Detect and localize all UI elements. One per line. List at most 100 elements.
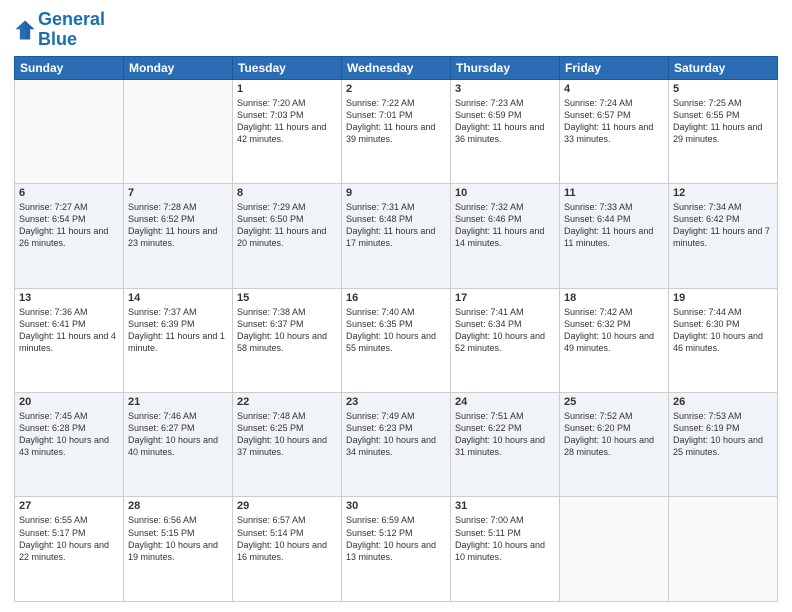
calendar-cell: 31 Sunrise: 7:00 AM Sunset: 5:11 PM Dayli… — [451, 497, 560, 602]
day-header-saturday: Saturday — [669, 56, 778, 79]
day-number: 16 — [346, 292, 446, 304]
day-info: Sunrise: 7:46 AM Sunset: 6:27 PM Dayligh… — [128, 410, 228, 459]
calendar-cell — [124, 79, 233, 183]
calendar-cell: 9 Sunrise: 7:31 AM Sunset: 6:48 PM Daylig… — [342, 184, 451, 288]
logo: General Blue — [14, 10, 105, 50]
calendar-cell: 21 Sunrise: 7:46 AM Sunset: 6:27 PM Dayli… — [124, 393, 233, 497]
calendar-cell: 23 Sunrise: 7:49 AM Sunset: 6:23 PM Dayli… — [342, 393, 451, 497]
day-number: 9 — [346, 187, 446, 199]
header-row: SundayMondayTuesdayWednesdayThursdayFrid… — [15, 56, 778, 79]
day-info: Sunrise: 6:55 AM Sunset: 5:17 PM Dayligh… — [19, 514, 119, 563]
day-info: Sunrise: 6:59 AM Sunset: 5:12 PM Dayligh… — [346, 514, 446, 563]
day-info: Sunrise: 7:00 AM Sunset: 5:11 PM Dayligh… — [455, 514, 555, 563]
day-number: 4 — [564, 83, 664, 95]
day-number: 21 — [128, 396, 228, 408]
calendar-cell: 28Sunrise: 6:56 AM Sunset: 5:15 PM Dayli… — [124, 497, 233, 602]
calendar-cell: 3Sunrise: 7:23 AM Sunset: 6:59 PM Daylig… — [451, 79, 560, 183]
day-number: 22 — [237, 396, 337, 408]
calendar-cell: 22 Sunrise: 7:48 AM Sunset: 6:25 PM Dayli… — [233, 393, 342, 497]
calendar-cell: 16Sunrise: 7:40 AM Sunset: 6:35 PM Dayli… — [342, 288, 451, 392]
calendar-cell: 26Sunrise: 7:53 AM Sunset: 6:19 PM Dayli… — [669, 393, 778, 497]
calendar-cell: 19 Sunrise: 7:44 AM Sunset: 6:30 PM Dayli… — [669, 288, 778, 392]
day-number: 29 — [237, 500, 337, 512]
day-info: Sunrise: 6:56 AM Sunset: 5:15 PM Dayligh… — [128, 514, 228, 563]
day-info: Sunrise: 7:36 AM Sunset: 6:41 PM Dayligh… — [19, 306, 119, 355]
day-number: 27 — [19, 500, 119, 512]
calendar-cell: 30 Sunrise: 6:59 AM Sunset: 5:12 PM Dayli… — [342, 497, 451, 602]
calendar-cell: 29 Sunrise: 6:57 AM Sunset: 5:14 PM Dayli… — [233, 497, 342, 602]
day-number: 5 — [673, 83, 773, 95]
day-number: 11 — [564, 187, 664, 199]
day-number: 2 — [346, 83, 446, 95]
day-info: Sunrise: 7:41 AM Sunset: 6:34 PM Dayligh… — [455, 306, 555, 355]
calendar-cell — [560, 497, 669, 602]
day-number: 15 — [237, 292, 337, 304]
day-number: 17 — [455, 292, 555, 304]
day-number: 13 — [19, 292, 119, 304]
week-row-1: 1 Sunrise: 7:20 AM Sunset: 7:03 PM Daylig… — [15, 79, 778, 183]
day-info: Sunrise: 7:23 AM Sunset: 6:59 PM Dayligh… — [455, 97, 555, 146]
day-info: Sunrise: 7:53 AM Sunset: 6:19 PM Dayligh… — [673, 410, 773, 459]
calendar-cell: 24Sunrise: 7:51 AM Sunset: 6:22 PM Dayli… — [451, 393, 560, 497]
day-info: Sunrise: 7:49 AM Sunset: 6:23 PM Dayligh… — [346, 410, 446, 459]
calendar-cell — [669, 497, 778, 602]
calendar-cell: 4 Sunrise: 7:24 AM Sunset: 6:57 PM Daylig… — [560, 79, 669, 183]
day-info: Sunrise: 7:52 AM Sunset: 6:20 PM Dayligh… — [564, 410, 664, 459]
calendar-cell: 15 Sunrise: 7:38 AM Sunset: 6:37 PM Dayli… — [233, 288, 342, 392]
logo-text: General Blue — [38, 10, 105, 50]
day-info: Sunrise: 7:24 AM Sunset: 6:57 PM Dayligh… — [564, 97, 664, 146]
day-header-sunday: Sunday — [15, 56, 124, 79]
day-info: Sunrise: 7:22 AM Sunset: 7:01 PM Dayligh… — [346, 97, 446, 146]
day-number: 30 — [346, 500, 446, 512]
day-header-friday: Friday — [560, 56, 669, 79]
calendar-cell: 13 Sunrise: 7:36 AM Sunset: 6:41 PM Dayli… — [15, 288, 124, 392]
day-number: 31 — [455, 500, 555, 512]
day-info: Sunrise: 7:27 AM Sunset: 6:54 PM Dayligh… — [19, 201, 119, 250]
logo-icon — [14, 19, 36, 41]
day-number: 20 — [19, 396, 119, 408]
logo-line2: Blue — [38, 29, 77, 49]
day-header-thursday: Thursday — [451, 56, 560, 79]
calendar-cell: 20 Sunrise: 7:45 AM Sunset: 6:28 PM Dayli… — [15, 393, 124, 497]
calendar-cell: 12Sunrise: 7:34 AM Sunset: 6:42 PM Dayli… — [669, 184, 778, 288]
calendar-cell: 6 Sunrise: 7:27 AM Sunset: 6:54 PM Daylig… — [15, 184, 124, 288]
calendar-cell: 17 Sunrise: 7:41 AM Sunset: 6:34 PM Dayli… — [451, 288, 560, 392]
day-number: 24 — [455, 396, 555, 408]
calendar-cell: 5 Sunrise: 7:25 AM Sunset: 6:55 PM Daylig… — [669, 79, 778, 183]
calendar-cell — [15, 79, 124, 183]
calendar-cell: 14Sunrise: 7:37 AM Sunset: 6:39 PM Dayli… — [124, 288, 233, 392]
day-info: Sunrise: 7:42 AM Sunset: 6:32 PM Dayligh… — [564, 306, 664, 355]
day-info: Sunrise: 7:45 AM Sunset: 6:28 PM Dayligh… — [19, 410, 119, 459]
day-info: Sunrise: 7:38 AM Sunset: 6:37 PM Dayligh… — [237, 306, 337, 355]
day-info: Sunrise: 6:57 AM Sunset: 5:14 PM Dayligh… — [237, 514, 337, 563]
day-header-wednesday: Wednesday — [342, 56, 451, 79]
calendar-cell: 2 Sunrise: 7:22 AM Sunset: 7:01 PM Daylig… — [342, 79, 451, 183]
calendar-cell: 1 Sunrise: 7:20 AM Sunset: 7:03 PM Daylig… — [233, 79, 342, 183]
day-info: Sunrise: 7:37 AM Sunset: 6:39 PM Dayligh… — [128, 306, 228, 355]
day-number: 19 — [673, 292, 773, 304]
calendar-cell: 7 Sunrise: 7:28 AM Sunset: 6:52 PM Daylig… — [124, 184, 233, 288]
calendar-cell: 27 Sunrise: 6:55 AM Sunset: 5:17 PM Dayli… — [15, 497, 124, 602]
day-info: Sunrise: 7:44 AM Sunset: 6:30 PM Dayligh… — [673, 306, 773, 355]
week-row-5: 27 Sunrise: 6:55 AM Sunset: 5:17 PM Dayli… — [15, 497, 778, 602]
day-info: Sunrise: 7:20 AM Sunset: 7:03 PM Dayligh… — [237, 97, 337, 146]
day-info: Sunrise: 7:29 AM Sunset: 6:50 PM Dayligh… — [237, 201, 337, 250]
day-number: 7 — [128, 187, 228, 199]
day-info: Sunrise: 7:28 AM Sunset: 6:52 PM Dayligh… — [128, 201, 228, 250]
day-info: Sunrise: 7:48 AM Sunset: 6:25 PM Dayligh… — [237, 410, 337, 459]
day-number: 18 — [564, 292, 664, 304]
calendar-cell: 25Sunrise: 7:52 AM Sunset: 6:20 PM Dayli… — [560, 393, 669, 497]
day-info: Sunrise: 7:25 AM Sunset: 6:55 PM Dayligh… — [673, 97, 773, 146]
day-number: 6 — [19, 187, 119, 199]
page: General Blue SundayMondayTuesdayWednesda… — [0, 0, 792, 612]
logo-line1: General — [38, 9, 105, 29]
calendar-cell: 11Sunrise: 7:33 AM Sunset: 6:44 PM Dayli… — [560, 184, 669, 288]
calendar-cell: 18 Sunrise: 7:42 AM Sunset: 6:32 PM Dayli… — [560, 288, 669, 392]
day-info: Sunrise: 7:31 AM Sunset: 6:48 PM Dayligh… — [346, 201, 446, 250]
day-number: 23 — [346, 396, 446, 408]
day-number: 1 — [237, 83, 337, 95]
calendar-table: SundayMondayTuesdayWednesdayThursdayFrid… — [14, 56, 778, 602]
calendar-cell: 10Sunrise: 7:32 AM Sunset: 6:46 PM Dayli… — [451, 184, 560, 288]
day-header-monday: Monday — [124, 56, 233, 79]
day-info: Sunrise: 7:34 AM Sunset: 6:42 PM Dayligh… — [673, 201, 773, 250]
